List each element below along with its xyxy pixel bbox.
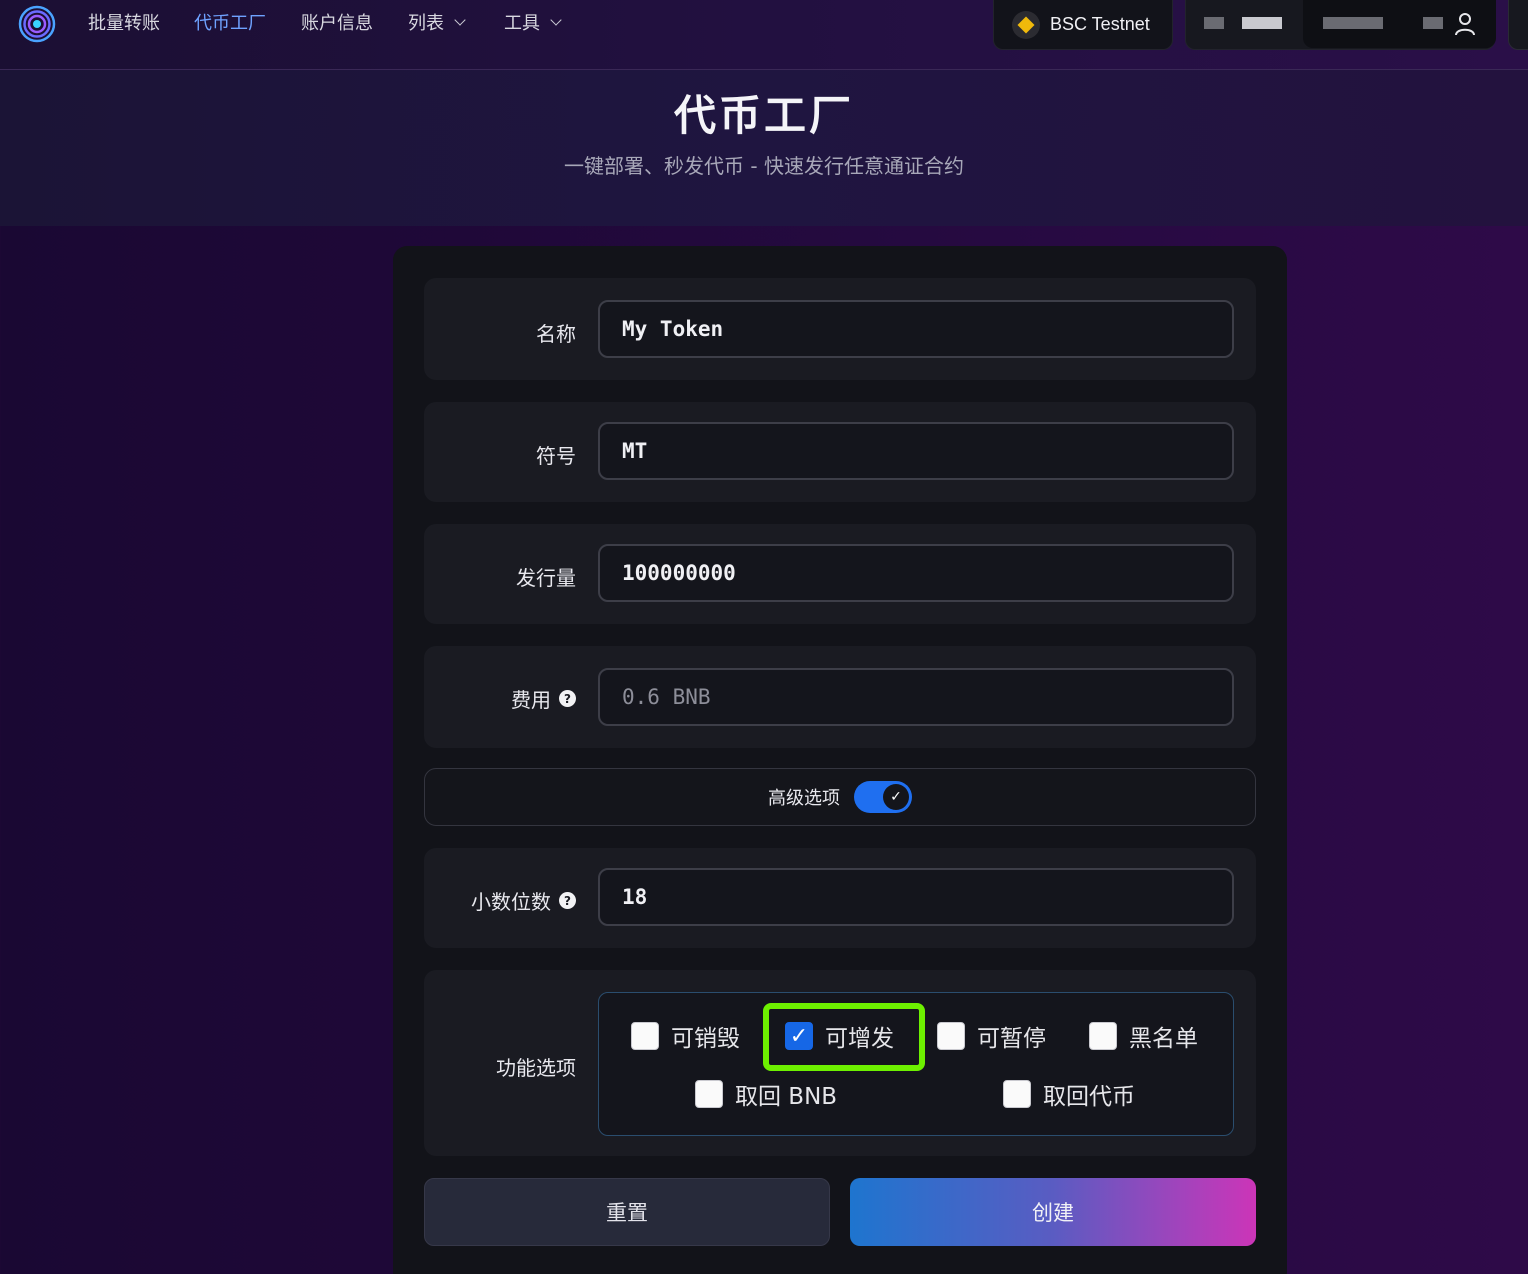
symbol-label: 符号	[536, 440, 576, 469]
bnb-chain-icon	[1012, 10, 1040, 39]
symbol-label-text: 符号	[536, 444, 576, 468]
checkbox[interactable]	[1003, 1080, 1031, 1108]
redacted-address	[1423, 17, 1443, 29]
network-selector[interactable]: BSC Testnet	[993, 0, 1173, 50]
checkbox[interactable]	[695, 1080, 723, 1108]
nav-item-label: 列表	[408, 13, 444, 34]
feature-mintable[interactable]: ✓ 可增发	[785, 1019, 894, 1053]
feature-burnable[interactable]: 可销毁	[631, 1019, 740, 1053]
supply-label: 发行量	[516, 562, 576, 591]
symbol-input[interactable]	[598, 422, 1234, 480]
nav-item-tools[interactable]: 工具	[504, 9, 562, 35]
decimals-label: 小数位数 ?	[471, 886, 576, 915]
nav-item-label: 批量转账	[88, 13, 160, 34]
feature-recover-tokens[interactable]: 取回代币	[1003, 1077, 1135, 1111]
feature-label: 可暂停	[977, 1026, 1046, 1052]
nav-item-list[interactable]: 列表	[408, 9, 466, 35]
form-row-decimals: 小数位数 ?	[424, 848, 1256, 948]
help-icon[interactable]: ?	[559, 892, 576, 909]
chevron-down-icon	[550, 14, 562, 26]
create-button[interactable]: 创建	[850, 1178, 1256, 1246]
network-label: BSC Testnet	[1050, 14, 1150, 34]
redacted-address	[1323, 17, 1383, 29]
supply-label-text: 发行量	[516, 566, 576, 590]
advanced-options-bar: 高级选项 ✓	[424, 768, 1256, 826]
feature-recover-bnb[interactable]: 取回 BNB	[695, 1077, 837, 1111]
page-subtitle: 一键部署、秒发代币 - 快速发行任意通证合约	[564, 154, 964, 178]
decimals-label-text: 小数位数	[471, 890, 551, 914]
name-input[interactable]	[598, 300, 1234, 358]
nav-item-label: 代币工厂	[194, 13, 266, 34]
chevron-down-icon	[454, 14, 466, 26]
features-label: 功能选项	[496, 1052, 576, 1081]
features-options-box: 可销毁 ✓ 可增发 可暂停 黑名单 取回 BNB 取回代币	[598, 992, 1234, 1136]
redacted-balance	[1204, 17, 1224, 29]
supply-input[interactable]	[598, 544, 1234, 602]
reset-button-label: 重置	[606, 1201, 648, 1225]
nav-item-label: 工具	[504, 13, 540, 34]
feature-label: 可销毁	[671, 1026, 740, 1052]
checkbox[interactable]	[631, 1022, 659, 1050]
nav-item-token-factory[interactable]: 代币工厂	[194, 9, 266, 35]
create-button-label: 创建	[1032, 1201, 1074, 1225]
check-icon: ✓	[883, 784, 909, 810]
user-icon[interactable]	[1454, 12, 1476, 36]
nav-item-batch-transfer[interactable]: 批量转账	[88, 9, 160, 35]
app-logo-icon[interactable]	[17, 4, 57, 44]
nav-item-account-info[interactable]: 账户信息	[301, 9, 373, 35]
page-header: 代币工厂 一键部署、秒发代币 - 快速发行任意通证合约	[0, 70, 1528, 226]
top-nav: 批量转账 代币工厂 账户信息 列表 工具 BSC Testnet	[0, 0, 1528, 70]
feature-label: 取回 BNB	[735, 1084, 838, 1110]
checkbox[interactable]	[937, 1022, 965, 1050]
help-icon[interactable]: ?	[559, 690, 576, 707]
form-row-supply: 发行量	[424, 524, 1256, 624]
feature-pausable[interactable]: 可暂停	[937, 1019, 1046, 1053]
menu-button[interactable]	[1508, 0, 1528, 50]
account-button[interactable]	[1185, 0, 1496, 50]
nav-item-label: 账户信息	[301, 13, 373, 34]
fee-input	[598, 668, 1234, 726]
page-title: 代币工厂	[673, 91, 854, 140]
form-row-features: 功能选项 可销毁 ✓ 可增发 可暂停 黑名单 取回 BNB 取回代币	[424, 970, 1256, 1156]
feature-label: 黑名单	[1129, 1026, 1198, 1052]
feature-label: 取回代币	[1043, 1084, 1135, 1110]
fee-label: 费用 ?	[511, 684, 576, 713]
name-label: 名称	[536, 318, 576, 347]
decimals-input[interactable]	[598, 868, 1234, 926]
redacted-balance	[1242, 17, 1282, 29]
fee-label-text: 费用	[511, 688, 551, 712]
advanced-options-toggle[interactable]: ✓	[854, 781, 912, 813]
form-row-symbol: 符号	[424, 402, 1256, 502]
form-row-fee: 费用 ?	[424, 646, 1256, 748]
reset-button[interactable]: 重置	[424, 1178, 830, 1246]
advanced-options-label: 高级选项	[768, 788, 840, 809]
feature-blacklist[interactable]: 黑名单	[1089, 1019, 1198, 1053]
features-label-text: 功能选项	[496, 1056, 576, 1080]
name-label-text: 名称	[536, 322, 576, 346]
checkbox[interactable]	[1089, 1022, 1117, 1050]
form-row-name: 名称	[424, 278, 1256, 380]
checkbox-checked[interactable]: ✓	[785, 1022, 813, 1050]
feature-label: 可增发	[825, 1026, 894, 1052]
